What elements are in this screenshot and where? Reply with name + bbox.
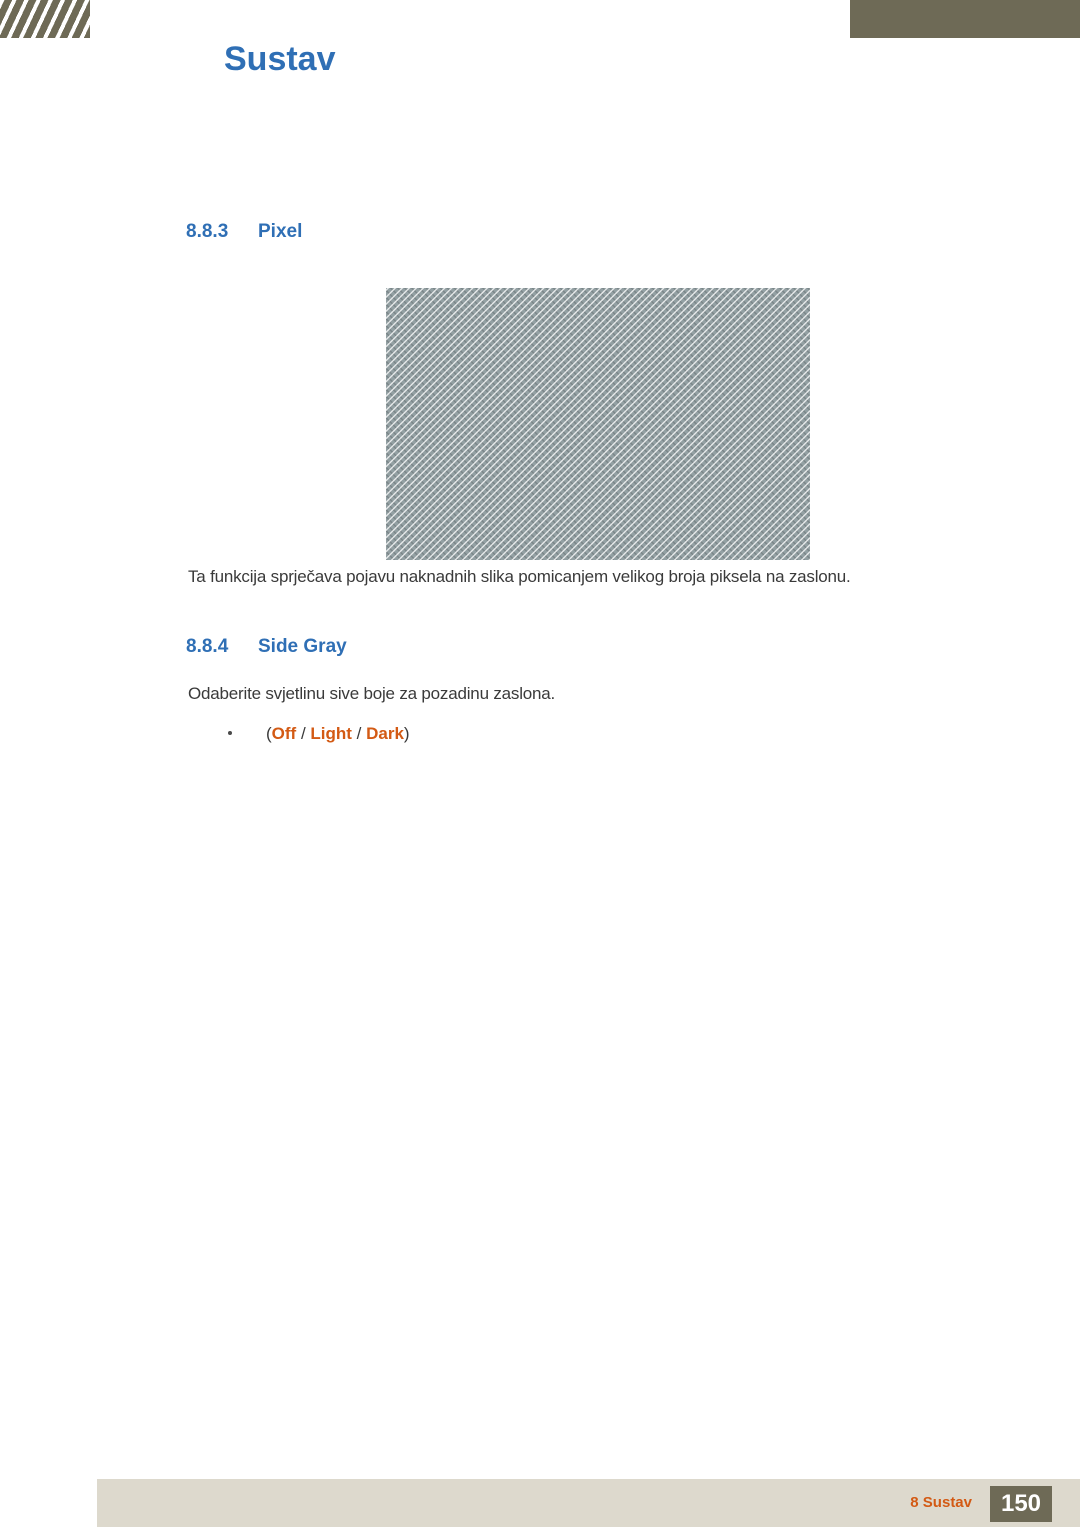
options-list-item: (Off / Light / Dark): [228, 724, 410, 744]
option-value-light: Light: [310, 724, 352, 743]
section-number: 8.8.3: [186, 221, 229, 242]
bullet-dot-icon: [228, 731, 232, 736]
section-body-pixel: Ta funkcija sprječava pojavu naknadnih s…: [188, 567, 851, 586]
chapter-number-badge: 8: [122, 14, 184, 76]
option-value-off: Off: [271, 724, 297, 743]
section-heading-side-gray: 8.8.4 Side Gray: [186, 636, 347, 658]
option-value-dark: Dark: [366, 724, 404, 743]
footer-white-block: [0, 1479, 97, 1527]
section-heading-pixel: 8.8.3 Pixel: [186, 221, 302, 243]
section-body-side-gray: Odaberite svjetlinu sive boje za pozadin…: [188, 684, 556, 703]
section-title: Side Gray: [258, 636, 347, 657]
close-paren: ): [403, 724, 410, 743]
option-separator: /: [296, 724, 311, 743]
header-white-block: [90, 0, 850, 38]
footer-page-number: 150: [990, 1486, 1052, 1522]
option-separator: /: [351, 724, 367, 743]
page-title: Sustav: [224, 40, 336, 78]
pixel-shift-pattern-image: [386, 288, 810, 560]
section-title: Pixel: [258, 221, 303, 242]
header-hatch-decoration: [0, 0, 90, 38]
footer-chapter-label: 8 Sustav: [910, 1494, 972, 1511]
section-number: 8.8.4: [186, 636, 229, 657]
